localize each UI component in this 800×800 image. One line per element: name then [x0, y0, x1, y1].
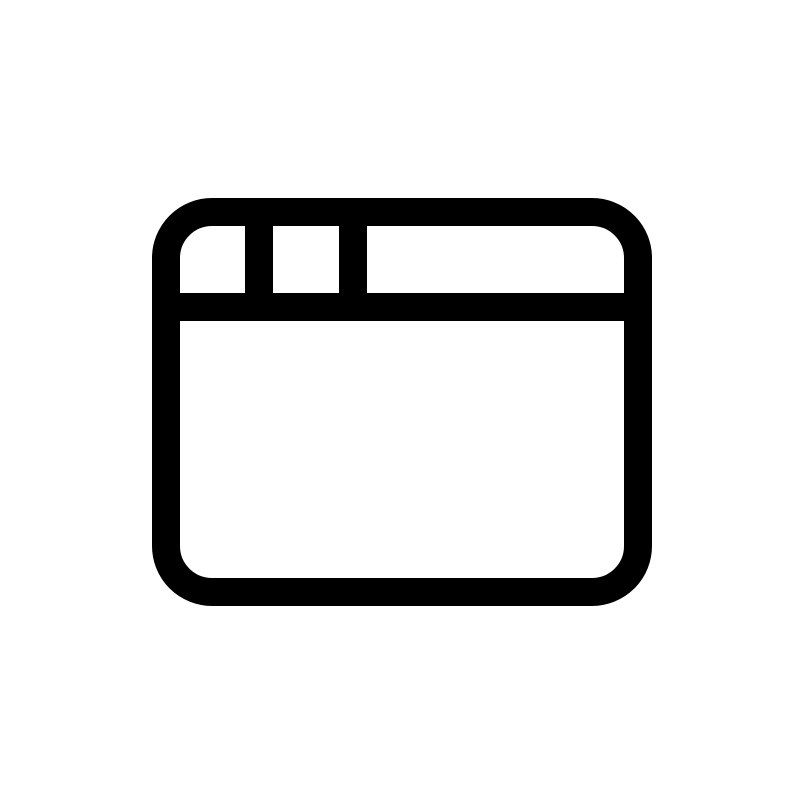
icon-canvas: [0, 0, 800, 800]
browser-window-icon: [152, 198, 652, 606]
window-frame: [152, 198, 652, 606]
